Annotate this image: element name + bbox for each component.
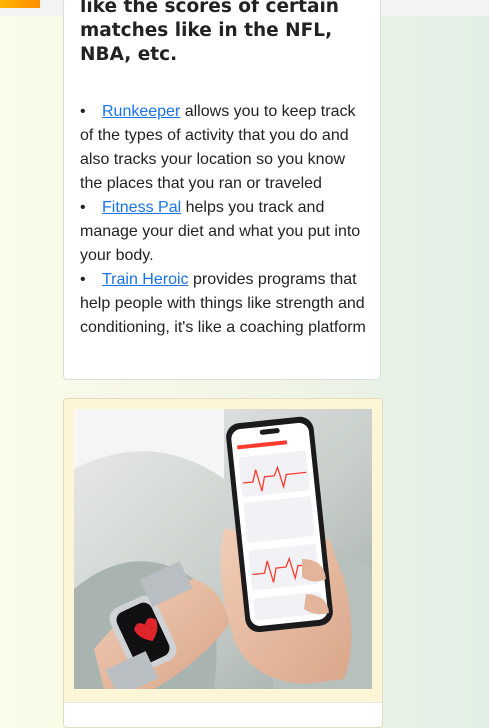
fitness-pal-link[interactable]: Fitness Pal — [102, 199, 181, 216]
brand-accent — [0, 0, 40, 8]
section-heading: like the scores of certain matches like … — [80, 0, 339, 65]
bullet: • — [80, 103, 86, 120]
smartwatch-phone-photo — [74, 409, 372, 689]
list-item: • Fitness Pal helps you track and manage … — [80, 196, 370, 268]
list-item: • Runkeeper allows you to keep track of t… — [80, 100, 370, 196]
bullet: • — [80, 199, 86, 216]
bullet: • — [80, 271, 86, 288]
image-card — [63, 398, 383, 728]
list-item: • Train Heroic provides programs that hel… — [80, 268, 370, 340]
app-list: • Runkeeper allows you to keep track of t… — [80, 100, 370, 340]
runkeeper-link[interactable]: Runkeeper — [102, 103, 180, 120]
article-card: like the scores of certain matches like … — [63, 0, 381, 380]
card-footer — [64, 702, 382, 727]
train-heroic-link[interactable]: Train Heroic — [102, 271, 189, 288]
